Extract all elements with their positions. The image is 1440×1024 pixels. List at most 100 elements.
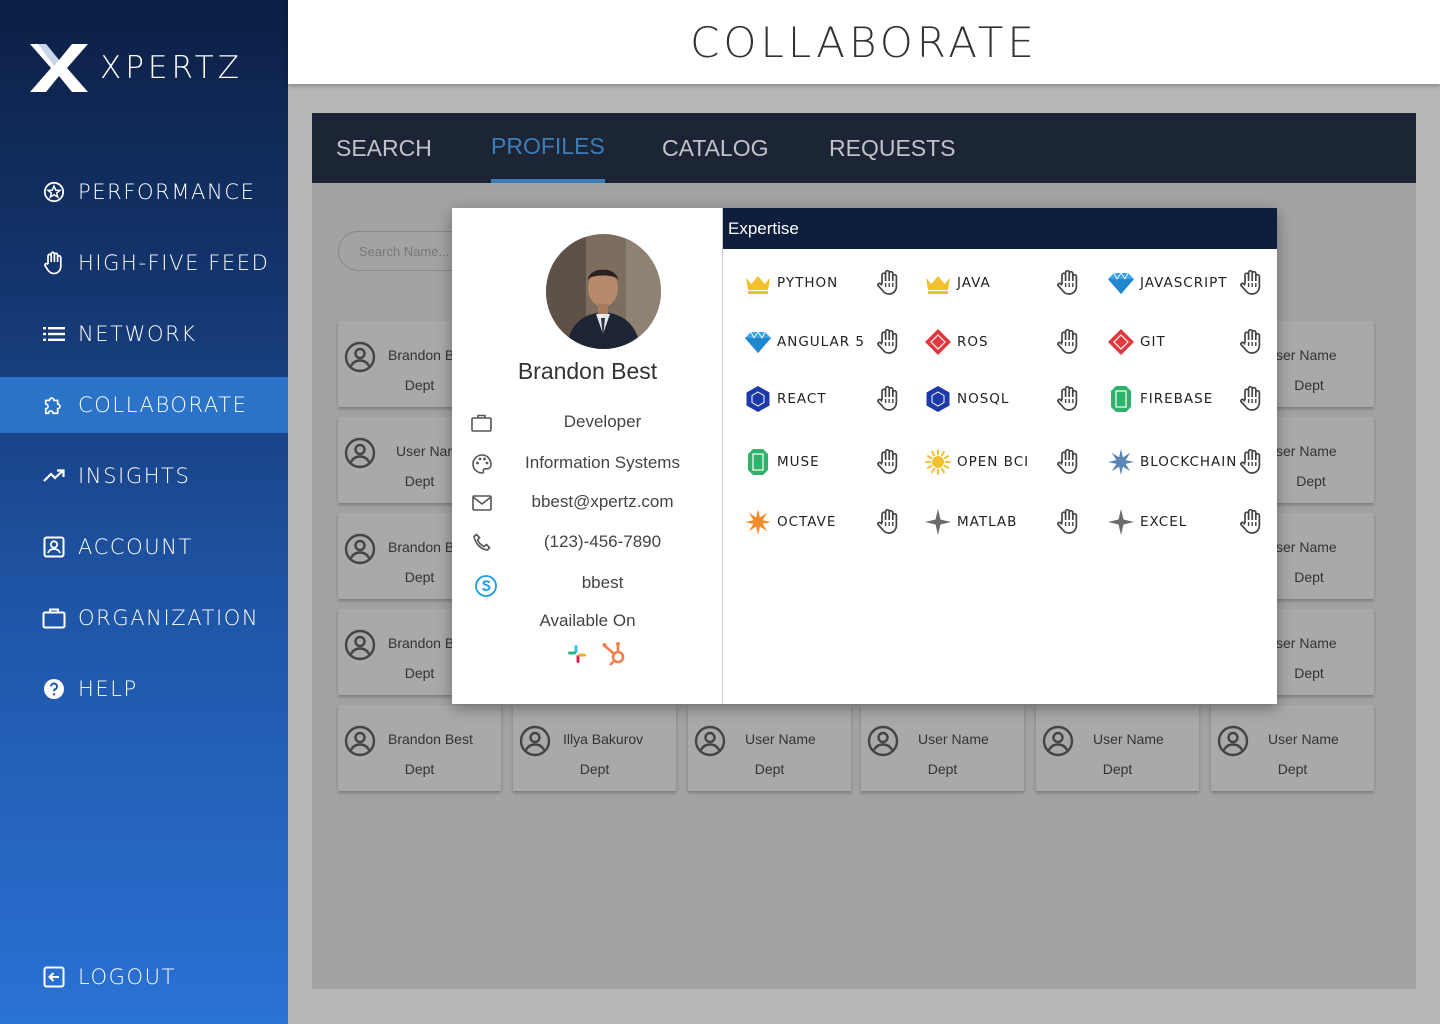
skill-item: MUSE (743, 444, 913, 480)
user-card[interactable]: User Name Dept (1211, 705, 1374, 791)
user-name: Brandon B (388, 347, 455, 363)
user-card[interactable]: Brandon Best Dept (338, 705, 501, 791)
crown-icon (743, 268, 773, 298)
high-five-hand-icon[interactable] (1236, 506, 1266, 536)
sidebar: XPERTZ PERFORMANCE HIGH-FIVE FEED NETWOR… (0, 0, 288, 1024)
skill-name: BLOCKCHAIN (1140, 454, 1238, 470)
skill-item: BLOCKCHAIN (1106, 444, 1276, 480)
brand-name: XPERTZ (100, 50, 243, 86)
high-five-hand-icon[interactable] (873, 267, 903, 297)
high-five-hand-icon[interactable] (873, 383, 903, 413)
profile-skype[interactable]: bbest (492, 573, 713, 593)
sidebar-item-label: PERFORMANCE (78, 180, 256, 204)
sidebar-item-account[interactable]: ACCOUNT (0, 519, 288, 575)
crown-icon (923, 268, 953, 298)
palette-icon (472, 454, 492, 474)
user-card[interactable]: User Name Dept (861, 705, 1024, 791)
profile-email[interactable]: bbest@xpertz.com (492, 492, 713, 512)
expertise-heading: Expertise (723, 208, 1277, 249)
high-five-hand-icon[interactable] (1236, 383, 1266, 413)
tab-requests[interactable]: REQUESTS (829, 113, 956, 183)
sidebar-item-label: ACCOUNT (78, 535, 193, 559)
skill-name: JAVA (957, 275, 991, 291)
high-five-hand-icon[interactable] (1236, 326, 1266, 356)
profile-department: Information Systems (525, 453, 680, 472)
sidebar-item-organization[interactable]: ORGANIZATION (0, 590, 288, 646)
high-five-hand-icon[interactable] (873, 446, 903, 476)
user-avatar-icon (344, 725, 376, 757)
profile-phone[interactable]: (123)-456-7890 (492, 532, 713, 552)
sidebar-item-collaborate[interactable]: COLLABORATE (0, 377, 288, 433)
brand-logo[interactable]: XPERTZ (30, 44, 243, 92)
available-on-label: Available On (539, 611, 636, 630)
list-icon (42, 322, 66, 346)
sidebar-item-high-five-feed[interactable]: HIGH-FIVE FEED (0, 235, 288, 291)
slack-icon[interactable] (567, 644, 587, 664)
user-dept: Dept (1102, 761, 1133, 777)
skill-item: REACT (743, 381, 913, 417)
skill-item: ROS (923, 324, 1093, 360)
user-name: User Name (745, 731, 816, 747)
high-five-hand-icon[interactable] (1053, 267, 1083, 297)
user-card[interactable]: Illya Bakurov Dept (513, 705, 676, 791)
profile-phone-row: (123)-456-7890 (452, 529, 723, 557)
high-five-hand-icon[interactable] (1053, 383, 1083, 413)
sidebar-item-label: ORGANIZATION (78, 606, 260, 630)
profile-panel: Brandon Best Developer Information Syste… (452, 208, 723, 704)
user-avatar-icon (519, 725, 551, 757)
user-dept: Dept (404, 761, 435, 777)
high-five-hand-icon[interactable] (873, 326, 903, 356)
user-avatar-icon (344, 533, 376, 565)
skill-name: EXCEL (1140, 514, 1188, 530)
profile-modal: Brandon Best Developer Information Syste… (452, 208, 1277, 704)
profile-photo (546, 234, 661, 349)
user-name: ser Name (1276, 539, 1337, 555)
skill-name: MATLAB (957, 514, 1018, 530)
tab-search[interactable]: SEARCH (336, 113, 432, 183)
high-five-hand-icon[interactable] (1053, 446, 1083, 476)
user-dept: Dept (1277, 761, 1308, 777)
high-five-hand-icon[interactable] (1053, 326, 1083, 356)
user-name: User Name (1268, 731, 1339, 747)
high-five-hand-icon[interactable] (1236, 267, 1266, 297)
skill-name: MUSE (777, 454, 820, 470)
profile-title: Developer (563, 412, 642, 431)
skill-name: REACT (777, 391, 827, 407)
high-five-hand-icon[interactable] (873, 506, 903, 536)
sidebar-item-performance[interactable]: PERFORMANCE (0, 164, 288, 220)
user-name: Illya Bakurov (563, 731, 644, 747)
high-five-hand-icon[interactable] (1236, 446, 1266, 476)
starburst-icon (743, 507, 773, 537)
profile-department-row: Information Systems (452, 450, 723, 478)
hubspot-icon[interactable] (601, 640, 629, 668)
user-avatar-icon (694, 725, 726, 757)
starburst-icon (1106, 447, 1136, 477)
briefcase-icon (471, 414, 492, 432)
user-name: ser Name (1276, 443, 1337, 459)
high-five-hand-icon[interactable] (1053, 506, 1083, 536)
tab-catalog[interactable]: CATALOG (662, 113, 769, 183)
sun-icon (923, 447, 953, 477)
skill-item: ANGULAR 5 (743, 324, 913, 360)
puzzle-icon (42, 393, 66, 417)
sidebar-item-help[interactable]: HELP (0, 661, 288, 717)
logout-icon (42, 965, 66, 989)
user-card[interactable]: User Name Dept (688, 705, 851, 791)
logout-button[interactable]: LOGOUT (0, 949, 288, 1005)
user-card[interactable]: User Name Dept (1036, 705, 1199, 791)
available-apps (567, 640, 629, 668)
user-avatar-icon (344, 437, 376, 469)
skill-item: JAVA (923, 265, 1093, 301)
sidebar-item-insights[interactable]: INSIGHTS (0, 448, 288, 504)
sidebar-item-label: INSIGHTS (78, 464, 191, 488)
diamond-icon (1106, 268, 1136, 298)
skill-name: JAVASCRIPT (1140, 275, 1228, 291)
sidebar-item-label: HIGH-FIVE FEED (78, 251, 270, 275)
user-avatar-icon (344, 341, 376, 373)
logout-label: LOGOUT (78, 965, 177, 989)
tab-profiles[interactable]: PROFILES (491, 113, 605, 183)
sidebar-item-network[interactable]: NETWORK (0, 306, 288, 362)
user-name: ser Name (1276, 635, 1337, 651)
skill-item: NOSQL (923, 381, 1093, 417)
sidebar-item-label: HELP (78, 677, 138, 701)
